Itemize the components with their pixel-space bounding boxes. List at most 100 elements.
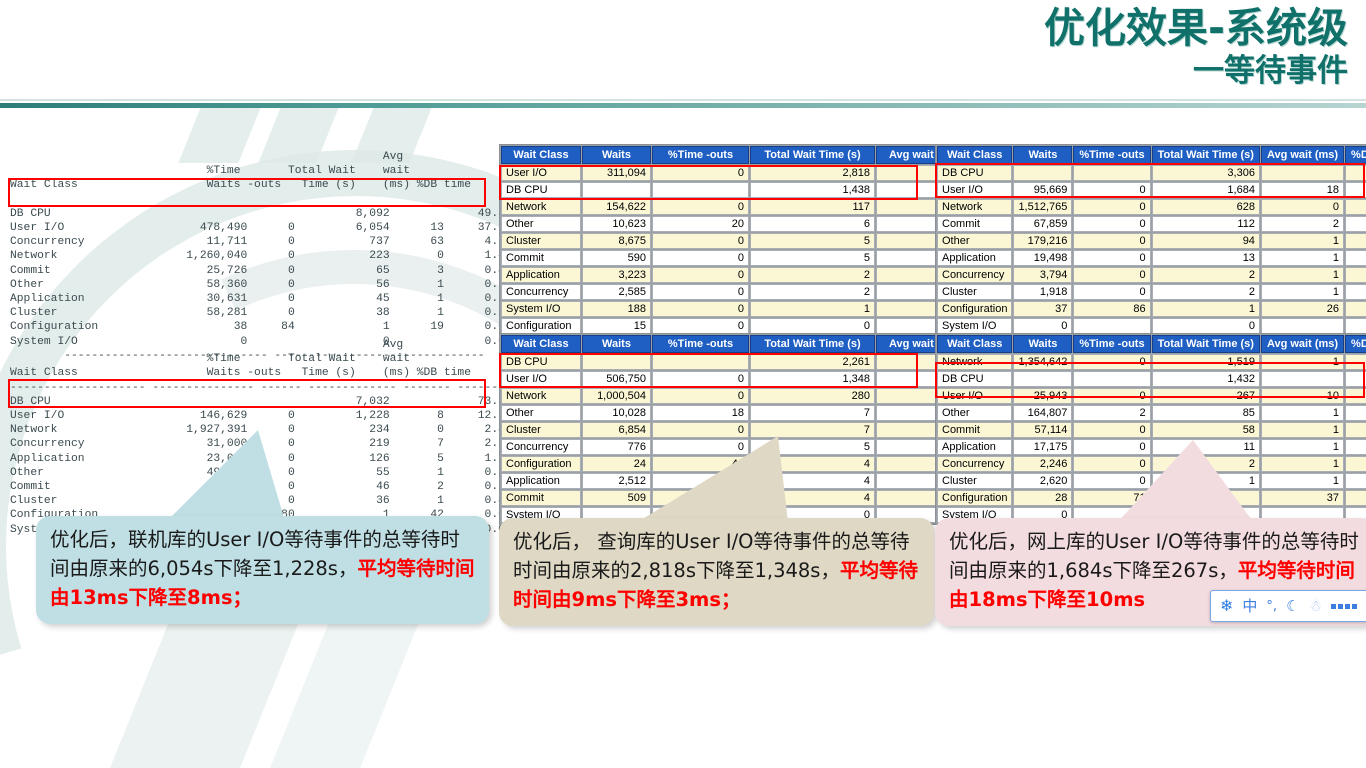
metric-cell: 0 — [652, 233, 749, 249]
metric-cell: 2 — [1151, 284, 1260, 300]
metric-cell: 10 — [1260, 388, 1345, 404]
wait-class-cell: Network — [937, 354, 1013, 370]
wait-class-cell: DB CPU — [937, 371, 1013, 387]
header-divider-light — [0, 99, 1366, 101]
metric-cell: 0 — [652, 301, 749, 317]
metric-cell: 164,807 — [1013, 405, 1073, 421]
metric-cell: 7 — [750, 405, 875, 421]
metric-cell: 0.03 — [1345, 473, 1366, 489]
wait-class-cell: Network — [937, 199, 1013, 215]
metric-cell — [652, 354, 749, 370]
callout-query-db: 优化后， 查询库的User I/O等待事件的总等待时间由原来的2,818s下降至… — [499, 518, 934, 626]
moon-icon[interactable]: ☾ — [1286, 598, 1299, 614]
metric-cell: 6 — [750, 216, 875, 232]
metric-cell: 188 — [582, 301, 651, 317]
metric-cell: 0 — [1151, 318, 1260, 334]
metric-cell: 0 — [1260, 199, 1345, 215]
metric-cell: 2,818 — [750, 165, 875, 181]
wait-class-cell: Cluster — [501, 422, 581, 438]
user-icon[interactable]: ☃ — [1309, 598, 1322, 614]
table-row: User I/O95,66901,6841827.38 — [937, 182, 1366, 198]
awr-table-web-before: Wait Class Waits %Time -outs Total Wait Tim… — [936, 145, 1366, 335]
wait-class-cell: Configuration — [501, 318, 581, 334]
wait-class-cell: Commit — [937, 216, 1013, 232]
table-row: Configuration37861260.02 — [937, 301, 1366, 317]
table-row: Concurrency3,7940210.04 — [937, 267, 1366, 283]
metric-cell: 0 — [652, 267, 749, 283]
wait-class-cell: Other — [937, 233, 1013, 249]
awr-header-row: Wait Class Waits %Time -outs Total Wait Tim… — [937, 335, 1366, 353]
wait-class-cell: Cluster — [937, 284, 1013, 300]
metric-cell: 0 — [1073, 267, 1151, 283]
apps-grid-icon[interactable] — [1330, 603, 1357, 609]
metric-cell: 2 — [1260, 216, 1345, 232]
metric-cell: 58 — [1151, 422, 1260, 438]
table-row: Cluster1,9180210.03 — [937, 284, 1366, 300]
wait-class-cell: Application — [501, 267, 581, 283]
awr-col-3: Total Wait Time (s) — [1151, 335, 1260, 353]
metric-cell — [1260, 371, 1345, 387]
paw-icon[interactable]: ❄ — [1220, 598, 1233, 614]
table-row: User I/O25,9430267105.70 — [937, 388, 1366, 404]
metric-cell: 1 — [1260, 456, 1345, 472]
metric-cell: 57,114 — [1013, 422, 1073, 438]
metric-cell: 1 — [1260, 250, 1345, 266]
awr-header-row: Wait Class Waits %Time -outs Total Wait Tim… — [937, 146, 1366, 164]
metric-cell: 2,585 — [582, 284, 651, 300]
wait-class-cell: Concurrency — [501, 439, 581, 455]
metric-cell: 0.22 — [1345, 250, 1366, 266]
awr-col-1: Waits — [1013, 335, 1073, 353]
table-row: Network1,354,64201,519132.45 — [937, 354, 1366, 370]
metric-cell: 1,918 — [1013, 284, 1073, 300]
metric-cell: 0 — [1073, 388, 1151, 404]
punctuation-icon[interactable]: °, — [1266, 600, 1277, 613]
metric-cell: 0.04 — [1345, 267, 1366, 283]
wait-class-cell: Configuration — [937, 490, 1013, 506]
slide-canvas: 优化效果-系统级 一等待事件 Avg %Time Total Wait wait… — [0, 0, 1366, 768]
metric-cell: 1,000,504 — [582, 388, 651, 404]
metric-cell: 2 — [1073, 405, 1151, 421]
slide-header: 优化效果-系统级 一等待事件 — [0, 0, 1366, 106]
wait-class-cell: Cluster — [937, 473, 1013, 489]
metric-cell: 25,943 — [1013, 388, 1073, 404]
metric-cell: 3,794 — [1013, 267, 1073, 283]
metric-cell — [652, 182, 749, 198]
metric-cell: 27.38 — [1345, 182, 1366, 198]
metric-cell: 94 — [1151, 233, 1260, 249]
metric-cell: 0 — [1073, 284, 1151, 300]
metric-cell: 5 — [750, 250, 875, 266]
metric-cell: 1,432 — [1151, 371, 1260, 387]
metric-cell: 2 — [1151, 267, 1260, 283]
metric-cell: 0 — [652, 199, 749, 215]
metric-cell: 2,620 — [1013, 473, 1073, 489]
awr-col-2: %Time -outs — [1073, 146, 1151, 164]
metric-cell: 95,669 — [1013, 182, 1073, 198]
metric-cell — [582, 182, 651, 198]
metric-cell: 0 — [652, 318, 749, 334]
metric-cell: 0 — [1073, 199, 1151, 215]
metric-cell: 1,512,765 — [1013, 199, 1073, 215]
metric-cell: 1.82 — [1345, 216, 1366, 232]
metric-cell: 0 — [1073, 182, 1151, 198]
metric-cell: 28 — [1013, 490, 1073, 506]
table-row: Commit67,859011221.82 — [937, 216, 1366, 232]
metric-cell: 280 — [750, 388, 875, 404]
wait-class-cell: Network — [501, 199, 581, 215]
chinese-mode-icon[interactable]: 中 — [1242, 598, 1257, 614]
metric-cell — [1073, 371, 1151, 387]
metric-cell: 2,246 — [1013, 456, 1073, 472]
awr-col-2: %Time -outs — [1073, 335, 1151, 353]
baidu-ime-toolbar[interactable]: ❄ 中 °, ☾ ☃ — [1210, 590, 1366, 622]
metric-cell: 0 — [1073, 354, 1151, 370]
metric-cell: 0 — [1073, 216, 1151, 232]
metric-cell: 179,216 — [1013, 233, 1073, 249]
metric-cell: 0.00 — [1345, 318, 1366, 334]
metric-cell: 5.70 — [1345, 388, 1366, 404]
wait-class-cell: Configuration — [501, 456, 581, 472]
metric-cell: 1 — [1260, 284, 1345, 300]
awr-col-4: Avg wait (ms) — [1260, 146, 1345, 164]
metric-cell: 67,859 — [1013, 216, 1073, 232]
wait-class-cell: Application — [501, 473, 581, 489]
awr-col-5: %DB time — [1345, 335, 1366, 353]
metric-cell: 30.58 — [1345, 371, 1366, 387]
